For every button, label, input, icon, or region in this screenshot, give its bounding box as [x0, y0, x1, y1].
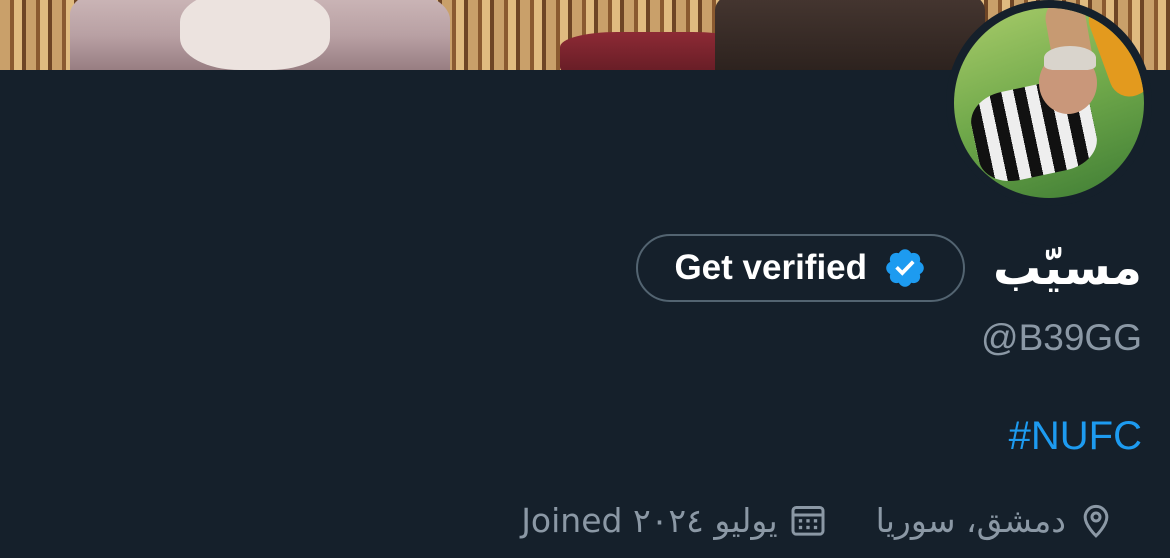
location-item: دمشق، سوريا — [876, 500, 1116, 540]
display-name: مسيّب — [993, 240, 1142, 296]
get-verified-label: Get verified — [674, 248, 868, 287]
joined-item: Joined يوليو ٢٠٢٤ — [521, 500, 827, 540]
get-verified-button[interactable]: Get verified — [636, 234, 966, 302]
bio-hashtag-link[interactable]: #NUFC — [1009, 414, 1142, 459]
profile-name-row: مسيّب Get verified — [636, 232, 1142, 304]
profile-meta-row: دمشق، سوريا Joined يوليو ٢٠٢٤ — [521, 500, 1116, 540]
avatar-image — [954, 8, 1144, 198]
banner-photo-cloth — [180, 0, 330, 70]
profile-handle: @B39GG — [981, 317, 1142, 358]
profile-avatar[interactable] — [946, 0, 1152, 206]
joined-text: Joined يوليو ٢٠٢٤ — [521, 500, 778, 540]
verified-badge-icon — [886, 249, 924, 287]
location-pin-icon — [1083, 504, 1109, 538]
banner-photo-figure-right — [715, 0, 985, 70]
location-text: دمشق، سوريا — [875, 500, 1066, 540]
calendar-icon — [791, 506, 825, 536]
